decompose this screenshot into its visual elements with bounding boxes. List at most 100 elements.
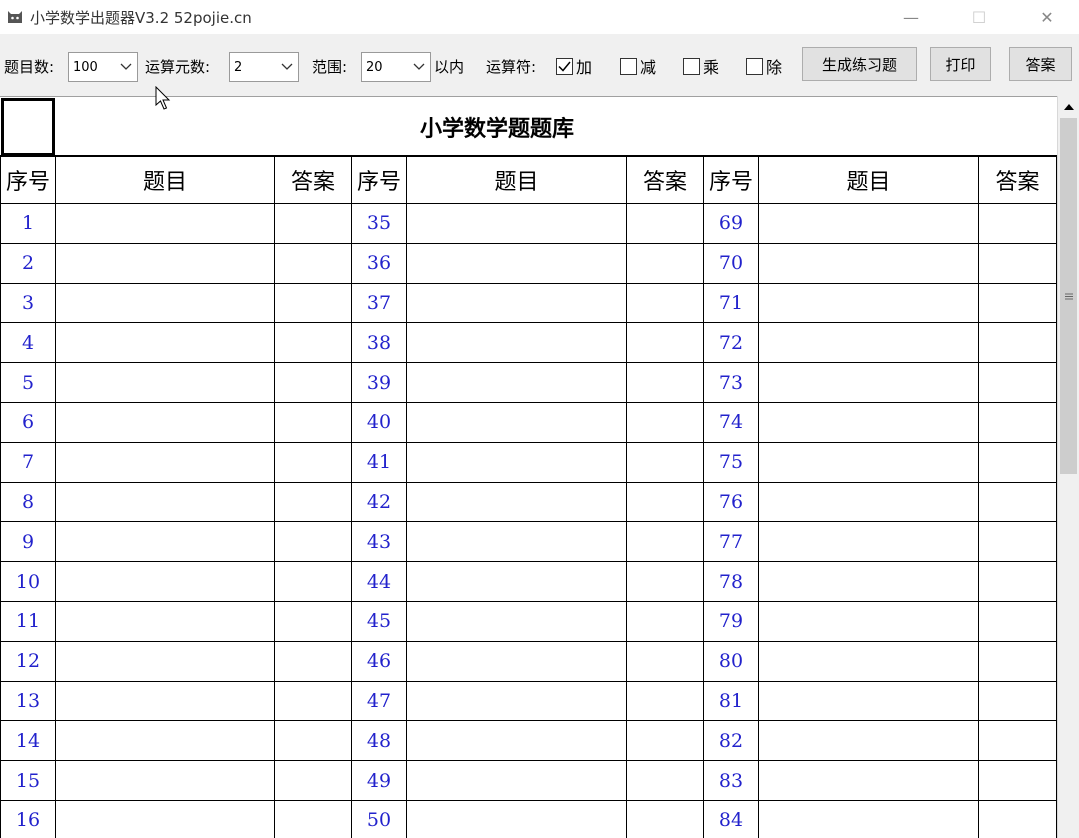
answer-cell	[626, 600, 704, 642]
question-number: 48	[351, 720, 407, 762]
question-cell	[758, 441, 979, 483]
question-table: 序号 题目 答案 序号 题目 答案 序号 题目 答案 1 35 69 2 36 70 3 37 71 4 38 72 5…	[0, 156, 1057, 838]
question-number: 16	[0, 799, 56, 838]
column-header: 题目	[406, 156, 627, 204]
column-header: 序号	[703, 156, 759, 204]
question-cell	[758, 203, 979, 244]
answer-cell	[274, 322, 352, 364]
minimize-button[interactable]: —	[888, 0, 934, 34]
question-number: 80	[703, 640, 759, 682]
chevron-down-icon	[115, 53, 137, 81]
print-button[interactable]: 打印	[930, 47, 991, 81]
question-number: 39	[351, 362, 407, 403]
column-header: 答案	[978, 156, 1057, 204]
range-select[interactable]: 20	[361, 52, 431, 82]
answer-button[interactable]: 答案	[1009, 47, 1072, 81]
question-number: 11	[0, 600, 56, 642]
scroll-thumb[interactable]	[1060, 118, 1077, 474]
question-cell	[406, 203, 627, 244]
answer-cell	[978, 561, 1057, 602]
question-number: 78	[703, 561, 759, 602]
question-cell	[758, 561, 979, 602]
window-title: 小学数学出题器V3.2 52pojie.cn	[30, 9, 252, 27]
question-number: 8	[0, 481, 56, 523]
sheet-title: 小学数学题题库	[420, 116, 575, 142]
scroll-up-icon[interactable]	[1058, 96, 1079, 118]
op-div-checkbox[interactable]: 除	[746, 54, 782, 78]
question-cell	[406, 242, 627, 284]
answer-cell	[978, 322, 1057, 364]
count-label: 题目数:	[4, 58, 55, 76]
answer-cell	[274, 680, 352, 722]
question-number: 76	[703, 481, 759, 523]
question-cell	[55, 760, 275, 801]
operands-label: 运算元数:	[145, 58, 211, 76]
title-bar: 小学数学出题器V3.2 52pojie.cn — ☐ ✕	[0, 0, 1079, 34]
answer-cell	[626, 760, 704, 801]
answer-cell	[626, 521, 704, 563]
question-number: 38	[351, 322, 407, 364]
question-number: 37	[351, 282, 407, 324]
op-add-checkbox[interactable]: 加	[556, 54, 592, 78]
question-number: 36	[351, 242, 407, 284]
column-header: 序号	[0, 156, 56, 204]
question-cell	[55, 203, 275, 244]
answer-cell	[274, 521, 352, 563]
answer-cell	[978, 242, 1057, 284]
table-row: 10 44 78	[0, 561, 1057, 602]
generate-button[interactable]: 生成练习题	[802, 47, 917, 81]
question-cell	[406, 362, 627, 403]
question-cell	[758, 680, 979, 722]
question-number: 10	[0, 561, 56, 602]
count-select[interactable]: 100	[68, 52, 138, 82]
question-cell	[758, 600, 979, 642]
question-number: 43	[351, 521, 407, 563]
mouse-pointer-icon	[155, 86, 171, 110]
operands-value: 2	[234, 59, 243, 75]
maximize-button[interactable]: ☐	[956, 0, 1002, 34]
vertical-scrollbar[interactable]	[1057, 96, 1079, 838]
question-cell	[55, 322, 275, 364]
question-cell	[406, 561, 627, 602]
question-cell	[406, 720, 627, 762]
corner-box	[1, 98, 55, 156]
question-cell	[55, 720, 275, 762]
answer-cell	[978, 640, 1057, 682]
table-row: 13 47 81	[0, 680, 1057, 722]
answer-cell	[626, 322, 704, 364]
cat-logo-icon	[8, 11, 22, 23]
column-header: 答案	[626, 156, 704, 204]
answer-cell	[274, 760, 352, 801]
answer-cell	[626, 282, 704, 324]
count-value: 100	[73, 59, 98, 75]
question-number: 71	[703, 282, 759, 324]
op-mul-label: 乘	[703, 58, 720, 77]
question-number: 2	[0, 242, 56, 284]
close-button[interactable]: ✕	[1024, 0, 1070, 34]
question-cell	[758, 760, 979, 801]
answer-cell	[978, 799, 1057, 838]
answer-cell	[274, 720, 352, 762]
op-mul-checkbox[interactable]: 乘	[683, 54, 719, 78]
question-number: 82	[703, 720, 759, 762]
chevron-down-icon	[276, 53, 298, 81]
operands-select[interactable]: 2	[229, 52, 299, 82]
question-cell	[406, 322, 627, 364]
question-number: 41	[351, 441, 407, 483]
question-cell	[406, 521, 627, 563]
table-row: 3 37 71	[0, 282, 1057, 324]
answer-cell	[274, 561, 352, 602]
answer-cell	[978, 600, 1057, 642]
question-cell	[406, 760, 627, 801]
answer-cell	[978, 282, 1057, 324]
question-cell	[55, 282, 275, 324]
question-number: 83	[703, 760, 759, 801]
question-cell	[55, 401, 275, 443]
question-number: 14	[0, 720, 56, 762]
question-number: 73	[703, 362, 759, 403]
op-sub-checkbox[interactable]: 减	[620, 54, 656, 78]
question-cell	[406, 799, 627, 838]
table-row: 1 35 69	[0, 203, 1057, 244]
question-cell	[406, 282, 627, 324]
table-row: 12 46 80	[0, 640, 1057, 682]
